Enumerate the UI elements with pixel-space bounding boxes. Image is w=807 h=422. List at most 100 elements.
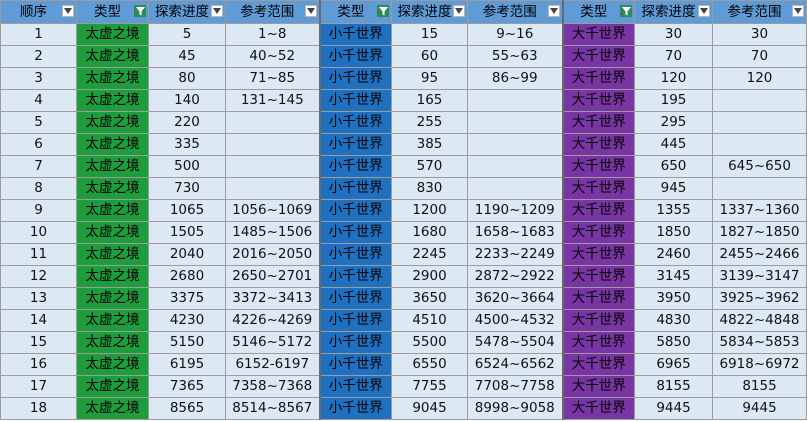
range-cell[interactable] bbox=[712, 111, 807, 134]
range-cell[interactable] bbox=[467, 177, 563, 200]
range-cell[interactable]: 2016~2050 bbox=[225, 243, 320, 266]
type-cell[interactable]: 大千世界 bbox=[561, 331, 635, 354]
range-cell[interactable]: 40~52 bbox=[225, 45, 320, 68]
column-header-range-1[interactable]: 参考范围 bbox=[225, 0, 320, 24]
type-cell[interactable]: 大千世界 bbox=[561, 397, 635, 420]
type-cell[interactable]: 太虚之境 bbox=[76, 287, 149, 310]
type-cell[interactable]: 太虚之境 bbox=[76, 309, 149, 332]
range-cell[interactable]: 70 bbox=[712, 45, 807, 68]
progress-cell[interactable]: 3650 bbox=[391, 287, 468, 310]
filter-active-icon[interactable] bbox=[134, 5, 146, 17]
type-cell[interactable]: 大千世界 bbox=[561, 199, 635, 222]
progress-cell[interactable]: 6965 bbox=[634, 353, 713, 376]
progress-cell[interactable]: 3375 bbox=[148, 287, 226, 310]
type-cell[interactable]: 大千世界 bbox=[561, 155, 635, 178]
range-cell[interactable]: 131~145 bbox=[225, 89, 320, 112]
range-cell[interactable] bbox=[712, 133, 807, 156]
type-cell[interactable]: 小千世界 bbox=[318, 45, 392, 68]
progress-cell[interactable]: 6195 bbox=[148, 353, 226, 376]
progress-cell[interactable]: 3950 bbox=[634, 287, 713, 310]
type-cell[interactable]: 太虚之境 bbox=[76, 111, 149, 134]
range-cell[interactable]: 6524~6562 bbox=[467, 353, 563, 376]
progress-cell[interactable]: 95 bbox=[391, 67, 468, 90]
progress-cell[interactable]: 500 bbox=[148, 155, 226, 178]
column-header-progress-1[interactable]: 探索进度 bbox=[148, 0, 226, 24]
range-cell[interactable] bbox=[225, 133, 320, 156]
progress-cell[interactable]: 1200 bbox=[391, 199, 468, 222]
progress-cell[interactable]: 1065 bbox=[148, 199, 226, 222]
range-cell[interactable]: 55~63 bbox=[467, 45, 563, 68]
progress-cell[interactable]: 2245 bbox=[391, 243, 468, 266]
range-cell[interactable]: 3372~3413 bbox=[225, 287, 320, 310]
type-cell[interactable]: 太虚之境 bbox=[76, 375, 149, 398]
progress-cell[interactable]: 445 bbox=[634, 133, 713, 156]
type-cell[interactable]: 小千世界 bbox=[318, 243, 392, 266]
type-cell[interactable]: 太虚之境 bbox=[76, 23, 149, 46]
column-header-seq[interactable]: 顺序 bbox=[0, 0, 77, 24]
progress-cell[interactable]: 335 bbox=[148, 133, 226, 156]
progress-cell[interactable]: 8565 bbox=[148, 397, 226, 420]
range-cell[interactable]: 2455~2466 bbox=[712, 243, 807, 266]
type-cell[interactable]: 太虚之境 bbox=[76, 45, 149, 68]
progress-cell[interactable]: 140 bbox=[148, 89, 226, 112]
progress-cell[interactable]: 8155 bbox=[634, 375, 713, 398]
progress-cell[interactable]: 45 bbox=[148, 45, 226, 68]
filter-dropdown-icon[interactable] bbox=[547, 5, 560, 17]
seq-cell[interactable]: 13 bbox=[0, 287, 77, 310]
range-cell[interactable] bbox=[467, 89, 563, 112]
type-cell[interactable]: 小千世界 bbox=[318, 309, 392, 332]
progress-cell[interactable]: 1505 bbox=[148, 221, 226, 244]
range-cell[interactable]: 9~16 bbox=[467, 23, 563, 46]
seq-cell[interactable]: 10 bbox=[0, 221, 77, 244]
type-cell[interactable]: 大千世界 bbox=[561, 67, 635, 90]
range-cell[interactable]: 4500~4532 bbox=[467, 309, 563, 332]
type-cell[interactable]: 太虚之境 bbox=[76, 353, 149, 376]
type-cell[interactable]: 太虚之境 bbox=[76, 265, 149, 288]
type-cell[interactable]: 大千世界 bbox=[561, 287, 635, 310]
progress-cell[interactable]: 730 bbox=[148, 177, 226, 200]
type-cell[interactable]: 小千世界 bbox=[318, 133, 392, 156]
filter-dropdown-icon[interactable] bbox=[304, 5, 317, 17]
progress-cell[interactable]: 4830 bbox=[634, 309, 713, 332]
progress-cell[interactable]: 5850 bbox=[634, 331, 713, 354]
progress-cell[interactable]: 1850 bbox=[634, 221, 713, 244]
type-cell[interactable]: 大千世界 bbox=[561, 265, 635, 288]
type-cell[interactable]: 太虚之境 bbox=[76, 243, 149, 266]
type-cell[interactable]: 太虚之境 bbox=[76, 155, 149, 178]
range-cell[interactable]: 5146~5172 bbox=[225, 331, 320, 354]
seq-cell[interactable]: 11 bbox=[0, 243, 77, 266]
range-cell[interactable]: 3620~3664 bbox=[467, 287, 563, 310]
range-cell[interactable]: 1190~1209 bbox=[467, 199, 563, 222]
progress-cell[interactable]: 7755 bbox=[391, 375, 468, 398]
type-cell[interactable]: 大千世界 bbox=[561, 243, 635, 266]
type-cell[interactable]: 太虚之境 bbox=[76, 199, 149, 222]
type-cell[interactable]: 太虚之境 bbox=[76, 397, 149, 420]
progress-cell[interactable]: 2680 bbox=[148, 265, 226, 288]
progress-cell[interactable]: 2460 bbox=[634, 243, 713, 266]
range-cell[interactable]: 9445 bbox=[712, 397, 807, 420]
column-header-type-3[interactable]: 类型 bbox=[561, 0, 635, 24]
progress-cell[interactable]: 6550 bbox=[391, 353, 468, 376]
type-cell[interactable]: 小千世界 bbox=[318, 265, 392, 288]
progress-cell[interactable]: 385 bbox=[391, 133, 468, 156]
type-cell[interactable]: 大千世界 bbox=[561, 177, 635, 200]
progress-cell[interactable]: 570 bbox=[391, 155, 468, 178]
progress-cell[interactable]: 2040 bbox=[148, 243, 226, 266]
progress-cell[interactable]: 195 bbox=[634, 89, 713, 112]
range-cell[interactable] bbox=[225, 155, 320, 178]
progress-cell[interactable]: 9045 bbox=[391, 397, 468, 420]
range-cell[interactable]: 7708~7758 bbox=[467, 375, 563, 398]
range-cell[interactable]: 5834~5853 bbox=[712, 331, 807, 354]
seq-cell[interactable]: 18 bbox=[0, 397, 77, 420]
range-cell[interactable]: 1485~1506 bbox=[225, 221, 320, 244]
range-cell[interactable]: 8514~8567 bbox=[225, 397, 320, 420]
range-cell[interactable] bbox=[467, 111, 563, 134]
range-cell[interactable]: 3139~3147 bbox=[712, 265, 807, 288]
range-cell[interactable]: 8155 bbox=[712, 375, 807, 398]
range-cell[interactable] bbox=[225, 111, 320, 134]
type-cell[interactable]: 小千世界 bbox=[318, 23, 392, 46]
progress-cell[interactable]: 80 bbox=[148, 67, 226, 90]
seq-cell[interactable]: 1 bbox=[0, 23, 77, 46]
range-cell[interactable]: 2233~2249 bbox=[467, 243, 563, 266]
range-cell[interactable]: 30 bbox=[712, 23, 807, 46]
